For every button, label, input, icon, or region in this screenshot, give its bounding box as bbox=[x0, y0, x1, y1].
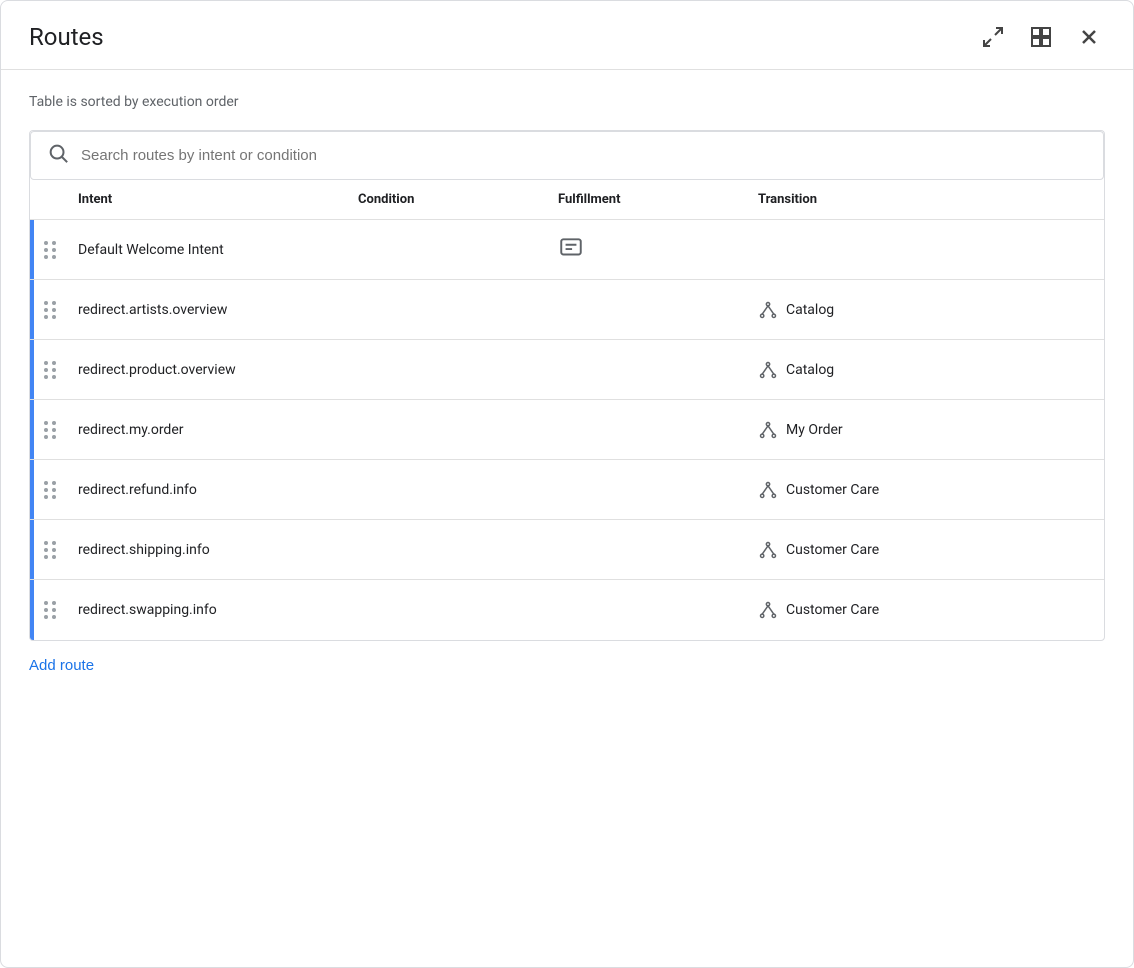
row-accent bbox=[30, 220, 34, 279]
dialog-body: Table is sorted by execution order Inten… bbox=[1, 70, 1133, 967]
sort-label: Table is sorted by execution order bbox=[29, 94, 1105, 110]
drag-dots-icon bbox=[44, 301, 57, 319]
row-accent bbox=[30, 580, 34, 640]
table-row[interactable]: redirect.artists.overview Catalog bbox=[30, 280, 1104, 340]
cell-transition bbox=[750, 242, 1104, 258]
drag-dots-icon bbox=[44, 541, 57, 559]
expand-icon-button[interactable] bbox=[977, 21, 1009, 53]
add-route-button[interactable]: Add route bbox=[29, 641, 94, 690]
transition-node-icon bbox=[758, 600, 778, 620]
cell-fulfillment bbox=[550, 542, 750, 558]
drag-handle[interactable] bbox=[30, 473, 70, 507]
drag-handle[interactable] bbox=[30, 353, 70, 387]
cell-intent: redirect.my.order bbox=[70, 414, 350, 446]
col-header-drag bbox=[30, 192, 70, 207]
cell-transition: My Order bbox=[750, 412, 1104, 448]
table-row[interactable]: redirect.product.overview Catalog bbox=[30, 340, 1104, 400]
col-header-transition: Transition bbox=[750, 192, 1104, 207]
drag-dots-icon bbox=[44, 601, 57, 619]
search-bar bbox=[30, 131, 1104, 180]
cell-condition bbox=[350, 422, 550, 438]
table-row[interactable]: Default Welcome Intent bbox=[30, 220, 1104, 280]
transition-label: Customer Care bbox=[786, 482, 879, 498]
cell-transition: Customer Care bbox=[750, 532, 1104, 568]
col-header-intent: Intent bbox=[70, 192, 350, 207]
cell-condition bbox=[350, 542, 550, 558]
col-header-condition: Condition bbox=[350, 192, 550, 207]
cell-fulfillment bbox=[550, 362, 750, 378]
cell-fulfillment bbox=[550, 302, 750, 318]
table-row[interactable]: redirect.my.order My Order bbox=[30, 400, 1104, 460]
cell-transition: Customer Care bbox=[750, 472, 1104, 508]
routes-dialog: Routes bbox=[0, 0, 1134, 968]
table-row[interactable]: redirect.refund.info Customer Care bbox=[30, 460, 1104, 520]
row-accent bbox=[30, 340, 34, 399]
table-header: Intent Condition Fulfillment Transition bbox=[30, 180, 1104, 220]
cell-fulfillment bbox=[550, 227, 750, 273]
layout-icon-button[interactable] bbox=[1025, 21, 1057, 53]
header-icons bbox=[977, 21, 1105, 53]
search-icon bbox=[47, 142, 69, 169]
dialog-title: Routes bbox=[29, 23, 104, 51]
transition-node-icon bbox=[758, 420, 778, 440]
cell-transition: Catalog bbox=[750, 292, 1104, 328]
drag-handle[interactable] bbox=[30, 293, 70, 327]
cell-intent: redirect.swapping.info bbox=[70, 594, 350, 626]
cell-fulfillment bbox=[550, 482, 750, 498]
table-row[interactable]: redirect.swapping.info Customer Care bbox=[30, 580, 1104, 640]
row-accent bbox=[30, 520, 34, 579]
transition-label: Catalog bbox=[786, 302, 834, 318]
row-accent bbox=[30, 460, 34, 519]
transition-label: Customer Care bbox=[786, 542, 879, 558]
search-input[interactable] bbox=[81, 147, 1087, 164]
drag-dots-icon bbox=[44, 361, 57, 379]
cell-transition: Customer Care bbox=[750, 592, 1104, 628]
row-accent bbox=[30, 400, 34, 459]
cell-intent: redirect.artists.overview bbox=[70, 294, 350, 326]
cell-condition bbox=[350, 482, 550, 498]
drag-dots-icon bbox=[44, 481, 57, 499]
transition-node-icon bbox=[758, 480, 778, 500]
dialog-header: Routes bbox=[1, 1, 1133, 70]
routes-table: Intent Condition Fulfillment Transition bbox=[30, 180, 1104, 640]
cell-condition bbox=[350, 242, 550, 258]
drag-handle[interactable] bbox=[30, 413, 70, 447]
cell-intent: Default Welcome Intent bbox=[70, 234, 350, 266]
transition-label: My Order bbox=[786, 422, 843, 438]
cell-fulfillment bbox=[550, 602, 750, 618]
cell-condition bbox=[350, 302, 550, 318]
drag-handle[interactable] bbox=[30, 233, 70, 267]
transition-node-icon bbox=[758, 540, 778, 560]
cell-intent: redirect.product.overview bbox=[70, 354, 350, 386]
col-header-fulfillment: Fulfillment bbox=[550, 192, 750, 207]
cell-condition bbox=[350, 602, 550, 618]
cell-transition: Catalog bbox=[750, 352, 1104, 388]
transition-node-icon bbox=[758, 360, 778, 380]
drag-dots-icon bbox=[44, 421, 57, 439]
close-icon-button[interactable] bbox=[1073, 21, 1105, 53]
cell-condition bbox=[350, 362, 550, 378]
transition-node-icon bbox=[758, 300, 778, 320]
drag-handle[interactable] bbox=[30, 593, 70, 627]
row-accent bbox=[30, 280, 34, 339]
drag-dots-icon bbox=[44, 241, 57, 259]
transition-label: Catalog bbox=[786, 362, 834, 378]
cell-intent: redirect.refund.info bbox=[70, 474, 350, 506]
cell-intent: redirect.shipping.info bbox=[70, 534, 350, 566]
table-row[interactable]: redirect.shipping.info Customer Care bbox=[30, 520, 1104, 580]
message-icon bbox=[558, 235, 584, 265]
transition-label: Customer Care bbox=[786, 602, 879, 618]
cell-fulfillment bbox=[550, 422, 750, 438]
drag-handle[interactable] bbox=[30, 533, 70, 567]
